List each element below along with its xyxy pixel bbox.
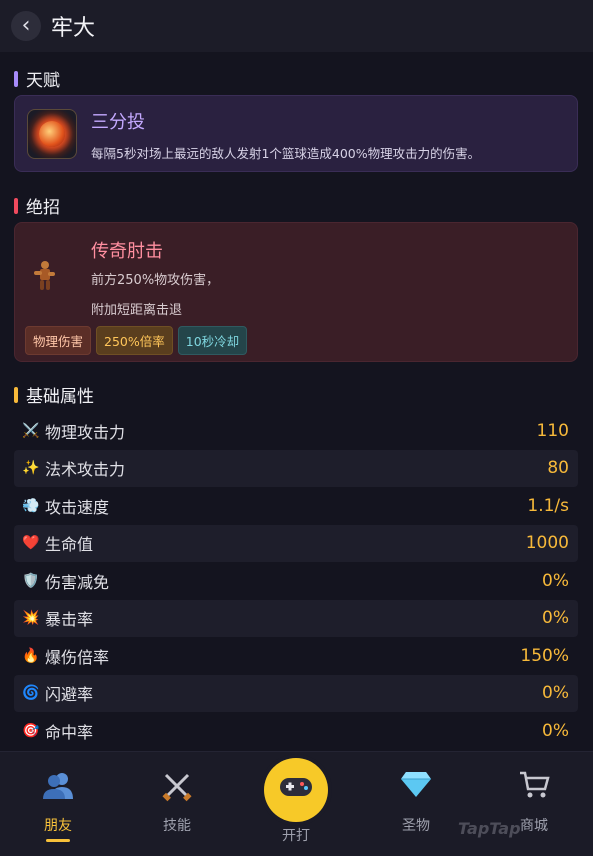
stat-value: 80 (547, 458, 569, 479)
sparkles-icon: ✨ (22, 460, 40, 477)
chevron-left-icon: ‹ (21, 13, 31, 38)
back-button[interactable]: ‹ (11, 11, 41, 41)
ultimate-description-line1: 前方250%物攻伤害， (91, 273, 220, 288)
nav-item-shop[interactable]: 商城 (494, 752, 574, 856)
stat-value: 110 (536, 420, 569, 441)
nav-item-friends[interactable]: 朋友 (18, 752, 98, 856)
ultimate-card[interactable]: 传奇肘击 前方250%物攻伤害， 附加短距离击退 物理伤害 250%倍率 10秒… (14, 222, 578, 362)
top-bar: ‹ 牢大 (0, 0, 593, 52)
stat-label: 法术攻击力 (45, 460, 126, 480)
stat-row-accuracy: 🎯 命中率 0% (14, 712, 578, 750)
ultimate-section-label: 绝招 (26, 198, 60, 218)
section-accent-bar (14, 70, 18, 87)
heart-icon: ❤️ (22, 535, 40, 552)
tag-damage-type: 物理伤害 (25, 326, 92, 355)
stat-value: 0% (542, 683, 569, 704)
nav-label-play: 开打 (282, 828, 310, 844)
stat-label: 爆伤倍率 (45, 647, 110, 667)
tag-multiplier: 250%倍率 (96, 326, 173, 355)
talent-description: 每隔5秒对场上最远的敌人发射1个篮球造成400%物理攻击力的伤害。 (91, 146, 481, 161)
character-sprite-icon (29, 259, 59, 293)
nav-label-skills: 技能 (163, 818, 191, 834)
talent-name: 三分投 (91, 112, 145, 133)
fire-icon: 🔥 (22, 647, 40, 664)
gamepad-icon (278, 773, 314, 808)
stats-section-label: 基础属性 (26, 387, 94, 407)
section-accent-bar (14, 386, 18, 403)
stat-row-physical-attack: ⚔️ 物理攻击力 110 (14, 412, 578, 450)
ultimate-section-title: 绝招 (14, 193, 60, 218)
collision-icon: 💥 (22, 610, 40, 627)
stat-label: 伤害减免 (45, 572, 110, 592)
stat-value: 1000 (525, 533, 569, 554)
diamond-icon (376, 770, 456, 805)
stat-row-damage-reduction: 🛡️ 伤害减免 0% (14, 562, 578, 600)
target-icon: 🎯 (22, 722, 40, 739)
stat-label: 生命值 (45, 535, 94, 555)
basketball-fire-icon (27, 109, 77, 159)
stat-row-crit-rate: 💥 暴击率 0% (14, 599, 578, 637)
nav-label-relics: 圣物 (402, 818, 430, 834)
nav-item-relics[interactable]: 圣物 (376, 752, 456, 856)
stat-label: 暴击率 (45, 610, 94, 630)
swords-icon (137, 770, 217, 809)
play-button[interactable] (264, 758, 328, 822)
stat-label: 物理攻击力 (45, 422, 126, 442)
shield-icon: 🛡️ (22, 572, 40, 589)
stat-value: 0% (542, 570, 569, 591)
section-accent-bar (14, 197, 18, 214)
stats-list: ⚔️ 物理攻击力 110 ✨ 法术攻击力 80 💨 攻击速度 1.1/s ❤️ … (14, 412, 578, 750)
stat-value: 0% (542, 720, 569, 741)
friends-icon (18, 770, 98, 807)
talent-card[interactable]: 三分投 每隔5秒对场上最远的敌人发射1个篮球造成400%物理攻击力的伤害。 (14, 95, 578, 172)
bottom-nav: 朋友 技能 开打 圣物 商城 TapTap (0, 751, 593, 856)
talent-section-label: 天赋 (26, 71, 60, 91)
stat-row-attack-speed: 💨 攻击速度 1.1/s (14, 487, 578, 525)
cyclone-icon: 🌀 (22, 685, 40, 702)
ultimate-description-line2: 附加短距离击退 (91, 303, 183, 318)
nav-label-friends: 朋友 (44, 818, 72, 834)
stat-label: 命中率 (45, 722, 94, 742)
page-title: 牢大 (51, 16, 96, 41)
watermark: TapTap (458, 819, 521, 838)
ultimate-tags: 物理伤害 250%倍率 10秒冷却 (25, 326, 248, 355)
stat-value: 150% (520, 645, 569, 666)
stat-label: 闪避率 (45, 685, 94, 705)
active-tab-indicator (46, 839, 70, 842)
stat-row-dodge: 🌀 闪避率 0% (14, 674, 578, 712)
stat-value: 0% (542, 608, 569, 629)
stat-row-crit-damage: 🔥 爆伤倍率 150% (14, 637, 578, 675)
talent-section-title: 天赋 (14, 66, 60, 91)
wind-icon: 💨 (22, 497, 40, 514)
ultimate-name: 传奇肘击 (91, 241, 163, 262)
stat-row-magic-attack: ✨ 法术攻击力 80 (14, 449, 578, 487)
stat-value: 1.1/s (527, 495, 569, 516)
stat-label: 攻击速度 (45, 497, 110, 517)
cart-icon (494, 770, 574, 807)
stats-section-title: 基础属性 (14, 382, 94, 407)
nav-item-skills[interactable]: 技能 (137, 752, 217, 856)
tag-cooldown: 10秒冷却 (177, 326, 248, 355)
crossed-swords-icon: ⚔️ (22, 422, 40, 439)
stat-row-hp: ❤️ 生命值 1000 (14, 524, 578, 562)
